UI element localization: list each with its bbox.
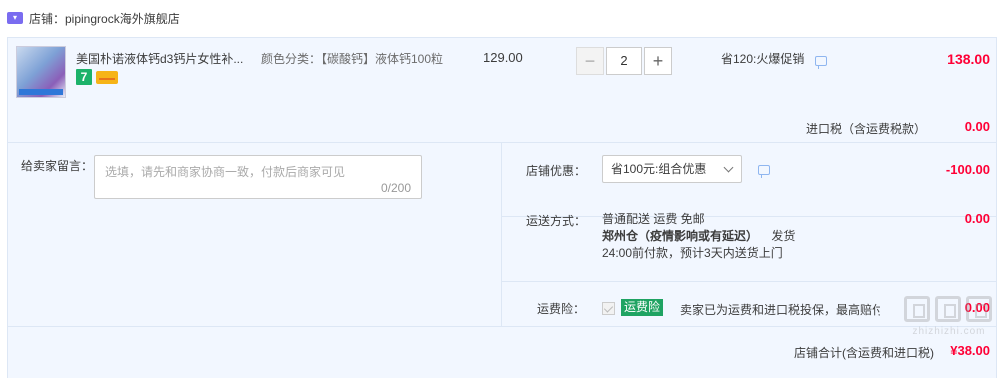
freight-insurance-tag: 运费险 xyxy=(621,299,664,316)
order-item-row: 美国朴诺液体钙d3钙片女性补... 7 颜色分类：【碳酸钙】液体钙100粒 12… xyxy=(8,38,996,104)
thumbnail-banner xyxy=(19,89,63,95)
freight-insurance-checkbox[interactable] xyxy=(602,302,615,315)
unit-price: 129.00 xyxy=(483,50,523,65)
quantity-input[interactable]: 2 xyxy=(606,47,642,75)
quantity-stepper: − 2 + xyxy=(576,47,672,75)
warehouse-action: 发货 xyxy=(771,229,796,243)
promo-chat-icon[interactable] xyxy=(815,56,827,69)
item-subtotal: 138.00 xyxy=(947,51,990,67)
shipping-info: 普通配送 运费 免邮 郑州仓（疫情影响或有延迟） 发货 24:00前付款，预计3… xyxy=(602,211,795,262)
freight-insurance-value: 0.00 xyxy=(964,300,990,315)
import-tax-label: 进口税（含运费税款） xyxy=(805,122,926,136)
import-tax-value: 0.00 xyxy=(964,119,990,134)
product-thumbnail[interactable] xyxy=(16,46,66,98)
seven-day-return-badge: 7 xyxy=(76,69,92,85)
import-tax-row: 进口税（含运费税款） 0.00 xyxy=(8,114,996,138)
chevron-down-icon xyxy=(723,162,734,173)
shop-discount-label: 店铺优惠： xyxy=(526,164,587,178)
shipping-label: 运送方式： xyxy=(526,214,587,228)
shipping-fee-value: 0.00 xyxy=(964,211,990,226)
quantity-increase-button[interactable]: + xyxy=(644,47,672,75)
tmall-cat-icon: ▾ xyxy=(7,12,23,24)
shop-header: ▾ 店铺：pipingrock海外旗舰店 xyxy=(0,0,1002,36)
promo-text: 省120:火爆促销 xyxy=(721,52,805,66)
seller-message-placeholder: 选填，请先和商家协商一致，付款后商家可见 xyxy=(105,165,346,179)
product-title[interactable]: 美国朴诺液体钙d3钙片女性补... xyxy=(76,50,246,67)
shop-total-value: ¥38.00 xyxy=(950,343,990,358)
freight-insurance-label: 运费险： xyxy=(537,302,586,316)
sku-info: 颜色分类：【碳酸钙】液体钙100粒 xyxy=(261,52,444,66)
shop-discount-selected: 省100元:组合优惠 xyxy=(611,162,707,176)
credit-card-icon xyxy=(96,71,118,84)
seller-message-counter: 0/200 xyxy=(380,181,411,195)
shop-name[interactable]: 店铺：pipingrock海外旗舰店 xyxy=(29,10,180,27)
shop-total-label: 店铺合计(含运费和进口税) xyxy=(794,346,934,360)
divider xyxy=(501,143,502,326)
seller-message-label: 给卖家留言： xyxy=(21,159,94,173)
divider xyxy=(8,142,996,143)
divider xyxy=(502,281,996,282)
delivery-estimate: 24:00前付款，预计3天内送货上门 xyxy=(602,246,783,260)
shipping-method: 普通配送 运费 免邮 xyxy=(602,212,705,226)
warehouse-name: 郑州仓（疫情影响或有延迟） xyxy=(602,229,759,243)
seller-message-input[interactable]: 选填，请先和商家协商一致，付款后商家可见 0/200 xyxy=(94,155,422,199)
quantity-decrease-button[interactable]: − xyxy=(576,47,604,75)
divider xyxy=(8,326,996,327)
order-panel: 美国朴诺液体钙d3钙片女性补... 7 颜色分类：【碳酸钙】液体钙100粒 12… xyxy=(7,37,997,378)
freight-insurance-desc: 卖家已为运费和进口税投保，最高赔付 xyxy=(680,303,880,317)
shop-discount-select[interactable]: 省100元:组合优惠 xyxy=(602,155,742,183)
shop-discount-value: -100.00 xyxy=(945,162,990,177)
discount-chat-icon[interactable] xyxy=(758,165,770,178)
shipping-warehouse: 郑州仓（疫情影响或有延迟） 发货 xyxy=(602,228,795,245)
